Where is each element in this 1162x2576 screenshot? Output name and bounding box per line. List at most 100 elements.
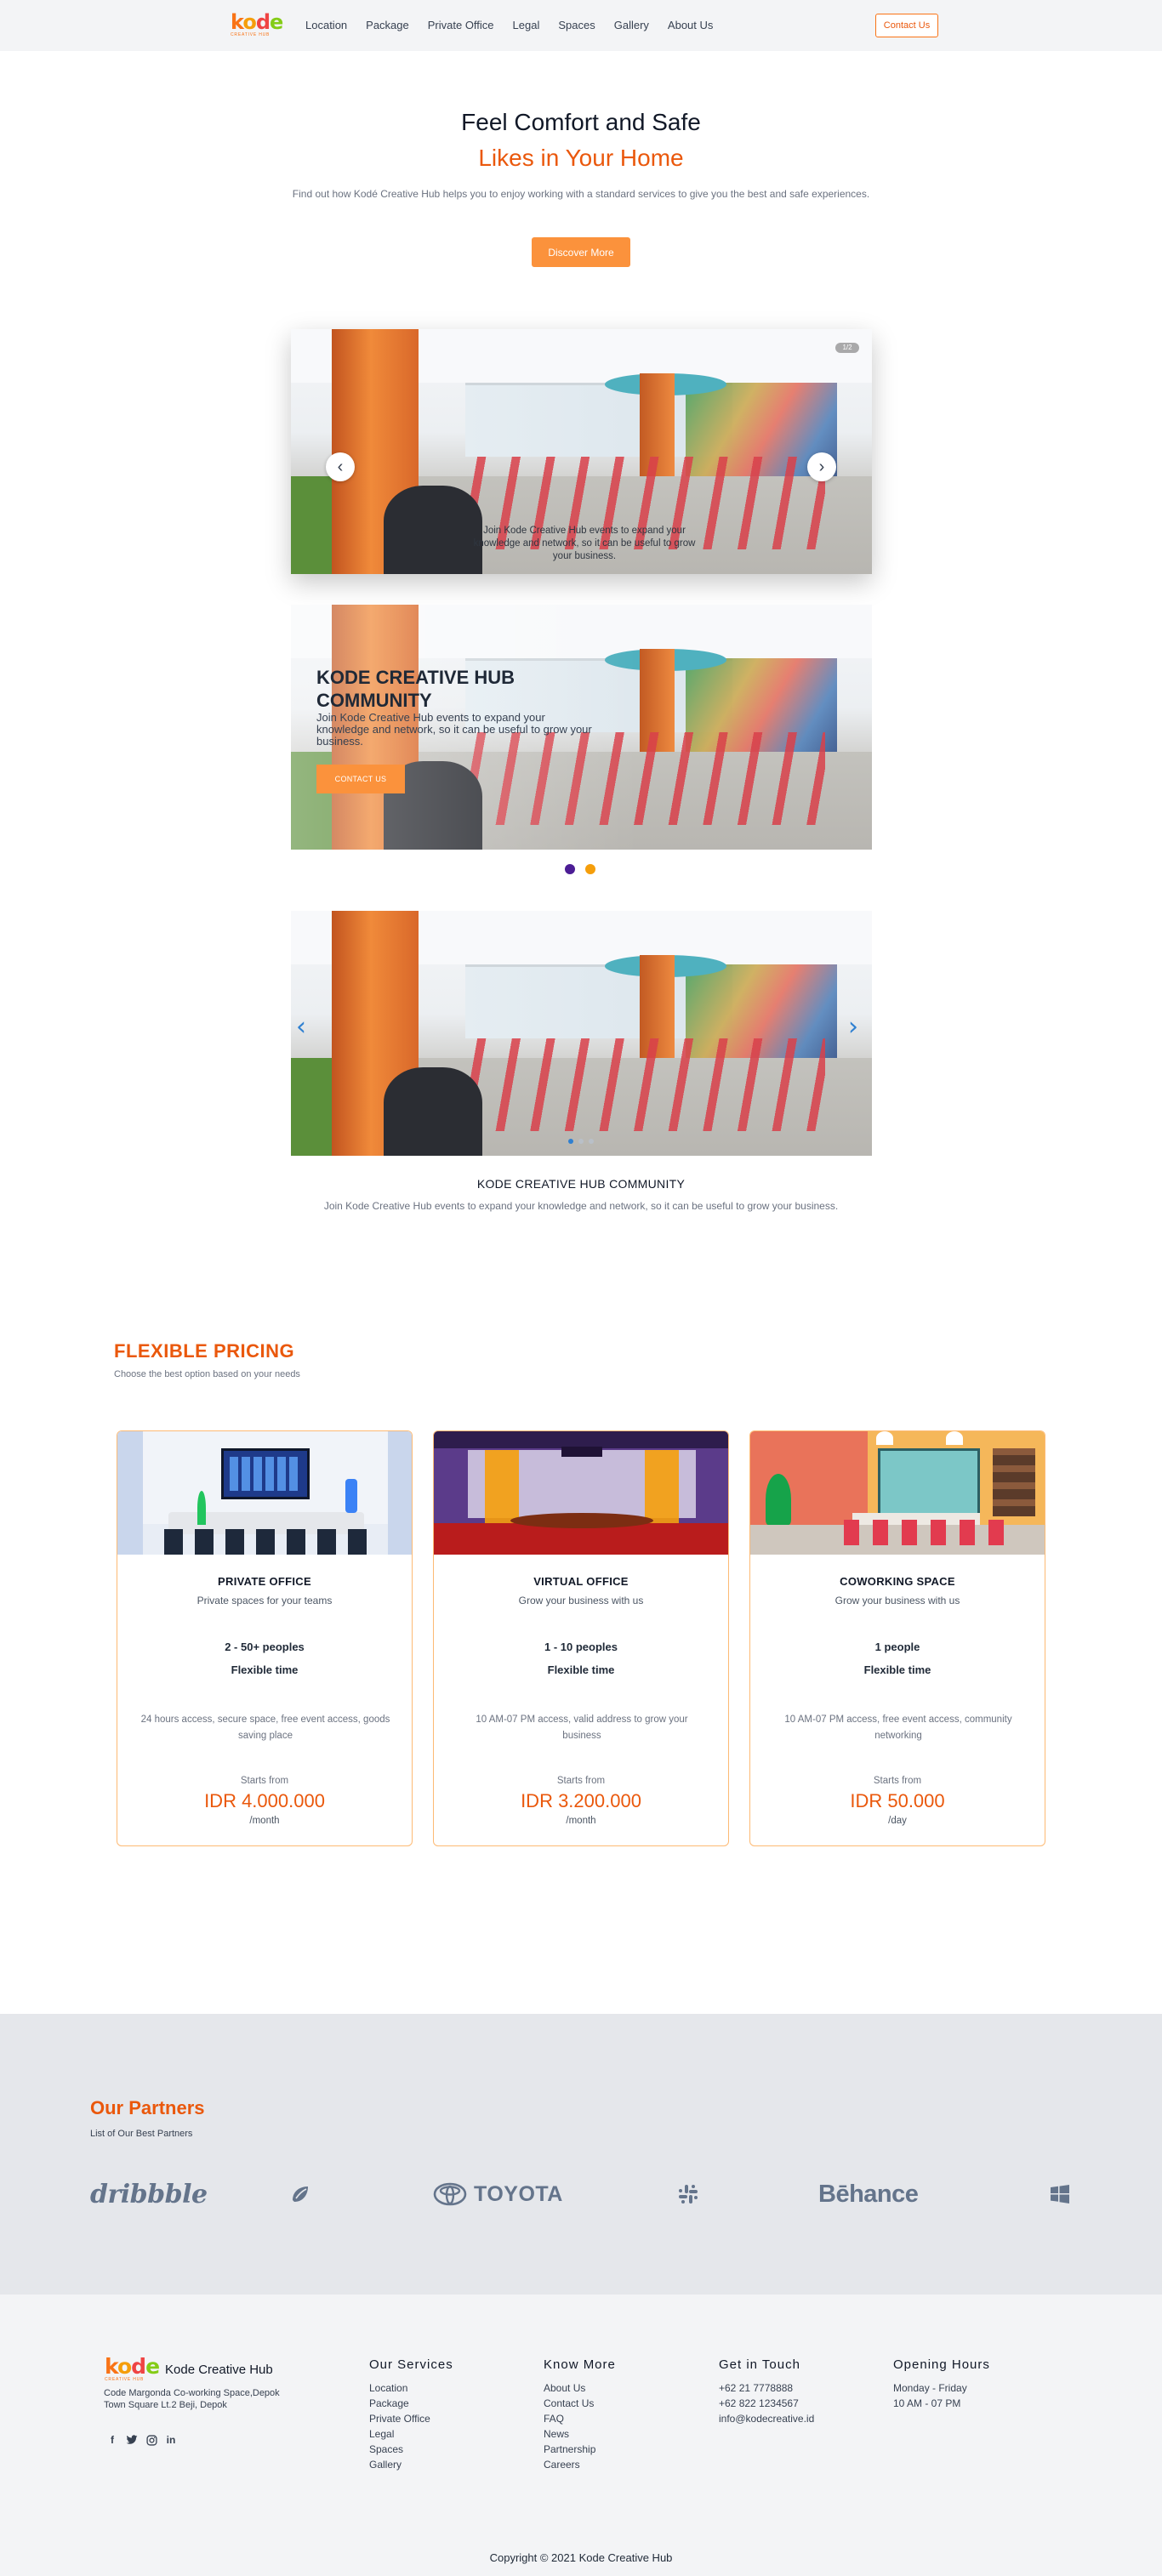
footer-link-private-office[interactable]: Private Office (369, 2411, 453, 2426)
facebook-icon[interactable]: f (106, 2434, 118, 2446)
address-line-2: Town Square Lt.2 Beji, Depok (104, 2400, 227, 2410)
carousel-dot[interactable] (589, 1139, 594, 1144)
partners-subtitle: List of Our Best Partners (90, 2129, 193, 2139)
card-title: COWORKING SPACE (840, 1575, 955, 1588)
pricing-card-virtual-office[interactable]: VIRTUAL OFFICE Grow your business with u… (433, 1430, 729, 1846)
main-nav: Location Package Private Office Legal Sp… (305, 19, 732, 32)
behance-logo[interactable]: Bēhance (818, 2175, 919, 2213)
contact-us-button[interactable]: Contact Us (875, 14, 938, 37)
virtual-office-illustration (434, 1431, 728, 1555)
carousel-dot-active[interactable] (568, 1139, 573, 1144)
card-price: IDR 3.200.000 (521, 1790, 641, 1811)
footer-services-column: Our Services Location Package Private Of… (369, 2357, 453, 2472)
carousel-dot-active[interactable] (565, 864, 575, 874)
card-tagline: Grow your business with us (518, 1595, 644, 1606)
footer-phone-1[interactable]: +62 21 7778888 (719, 2380, 814, 2396)
card-time: Flexible time (863, 1663, 931, 1676)
chevron-left-icon[interactable]: ‹ (296, 1015, 306, 1040)
toyota-wordmark: TOYOTA (474, 2181, 563, 2206)
pricing-subtitle: Choose the best option based on your nee… (114, 1369, 300, 1379)
footer-link-about-us[interactable]: About Us (544, 2380, 616, 2396)
footer-logo[interactable]: kode CREATIVE HUB (105, 2354, 160, 2382)
partners-section: Our Partners List of Our Best Partners d… (0, 2014, 1162, 2295)
footer-know-more-column: Know More About Us Contact Us FAQ News P… (544, 2357, 616, 2472)
gallery-slider-3[interactable]: ‹ › (291, 911, 872, 1156)
photo-bag (384, 486, 483, 574)
slide-3-description: Join Kode Creative Hub events to expand … (323, 1200, 839, 1212)
footer-link-careers[interactable]: Careers (544, 2457, 616, 2472)
gallery-slider-1[interactable]: 1/2 ‹ › Join Kode Creative Hub events to… (291, 329, 872, 574)
gallery-slider-2[interactable]: KODE CREATIVE HUB COMMUNITY Join Kode Cr… (291, 605, 872, 850)
card-price: IDR 4.000.000 (204, 1790, 325, 1811)
logo-wordmark: kode (105, 2354, 160, 2379)
nav-link-package[interactable]: Package (366, 19, 409, 32)
slide-contact-button[interactable]: CONTACT US (316, 765, 405, 793)
partners-title: Our Partners (90, 2097, 205, 2118)
twitter-icon[interactable] (126, 2434, 138, 2446)
nav-link-location[interactable]: Location (305, 19, 347, 32)
card-price-period: /day (888, 1816, 907, 1826)
coworking-space-illustration (750, 1431, 1045, 1555)
navbar: kode CREATIVE HUB Location Package Priva… (0, 0, 1162, 51)
linkedin-icon[interactable]: in (165, 2434, 177, 2446)
nav-link-spaces[interactable]: Spaces (558, 19, 595, 32)
slider-next-button[interactable]: › (807, 452, 836, 481)
slide-counter-badge: 1/2 (835, 343, 859, 353)
footer-column-title: Opening Hours (893, 2357, 990, 2372)
pricing-title: FLEXIBLE PRICING (114, 1340, 295, 1362)
carousel-dot[interactable] (578, 1139, 584, 1144)
card-title: PRIVATE OFFICE (218, 1575, 311, 1588)
hero-description: Find out how Kodé Creative Hub helps you… (292, 188, 870, 200)
slide-3-title: KODE CREATIVE HUB COMMUNITY (476, 1177, 686, 1191)
card-title: VIRTUAL OFFICE (533, 1575, 629, 1588)
footer-hours: 10 AM - 07 PM (893, 2397, 961, 2409)
card-starts-label: Starts from (556, 1776, 606, 1786)
footer-link-faq[interactable]: FAQ (544, 2411, 616, 2426)
footer-link-spaces[interactable]: Spaces (369, 2442, 453, 2457)
footer-link-package[interactable]: Package (369, 2396, 453, 2411)
photo-grass (291, 1057, 338, 1156)
footer-phone-2[interactable]: +62 822 1234567 (719, 2396, 814, 2411)
nav-link-legal[interactable]: Legal (513, 19, 540, 32)
nav-link-gallery[interactable]: Gallery (614, 19, 649, 32)
drop-logo-icon[interactable] (289, 2175, 311, 2213)
footer-link-gallery[interactable]: Gallery (369, 2457, 453, 2472)
slide-title: KODE CREATIVE HUB COMMUNITY (316, 667, 515, 711)
social-links: f in (106, 2434, 177, 2446)
address-line-1: Code Margonda Co-working Space,Depok (104, 2388, 280, 2398)
card-price-period: /month (566, 1816, 596, 1826)
card-capacity: 2 - 50+ peoples (225, 1641, 305, 1653)
card-tagline: Grow your business with us (834, 1595, 960, 1606)
carousel-dot[interactable] (585, 864, 595, 874)
footer-link-location[interactable]: Location (369, 2380, 453, 2396)
windows-icon[interactable] (1049, 2175, 1071, 2213)
brand-logo[interactable]: kode CREATIVE HUB (231, 10, 283, 37)
card-time: Flexible time (231, 1663, 299, 1676)
card-time: Flexible time (547, 1663, 615, 1676)
card-features: 24 hours access, secure space, free even… (140, 1714, 390, 1741)
nav-link-private-office[interactable]: Private Office (428, 19, 494, 32)
footer: kode CREATIVE HUB Kode Creative Hub Code… (0, 2295, 1162, 2576)
nav-link-about-us[interactable]: About Us (668, 19, 713, 32)
instagram-icon[interactable] (145, 2434, 157, 2446)
logo-wordmark: kode (231, 10, 283, 34)
dribbble-logo[interactable]: dribbble (90, 2175, 208, 2213)
discover-more-button[interactable]: Discover More (532, 237, 630, 267)
footer-link-legal[interactable]: Legal (369, 2426, 453, 2442)
footer-link-partnership[interactable]: Partnership (544, 2442, 616, 2457)
pricing-card-coworking-space[interactable]: COWORKING SPACE Grow your business with … (749, 1430, 1045, 1846)
chevron-right-icon[interactable]: › (848, 1015, 858, 1040)
card-capacity: 1 people (874, 1641, 920, 1653)
card-tagline: Private spaces for your teams (197, 1595, 333, 1606)
toyota-logo[interactable]: TOYOTA (433, 2175, 563, 2213)
footer-link-news[interactable]: News (544, 2426, 616, 2442)
slide-caption: Join Kode Creative Hub events to expand … (473, 526, 696, 561)
pricing-card-private-office[interactable]: PRIVATE OFFICE Private spaces for your t… (117, 1430, 413, 1846)
slider-prev-button[interactable]: ‹ (326, 452, 355, 481)
footer-email[interactable]: info@kodecreative.id (719, 2411, 814, 2426)
slack-icon[interactable] (677, 2175, 699, 2213)
footer-hours-column: Opening Hours Monday - Friday 10 AM - 07… (893, 2357, 990, 2411)
footer-column-title: Know More (544, 2357, 616, 2372)
footer-link-contact-us[interactable]: Contact Us (544, 2396, 616, 2411)
card-features: 10 AM-07 PM access, valid address to gro… (476, 1714, 688, 1741)
